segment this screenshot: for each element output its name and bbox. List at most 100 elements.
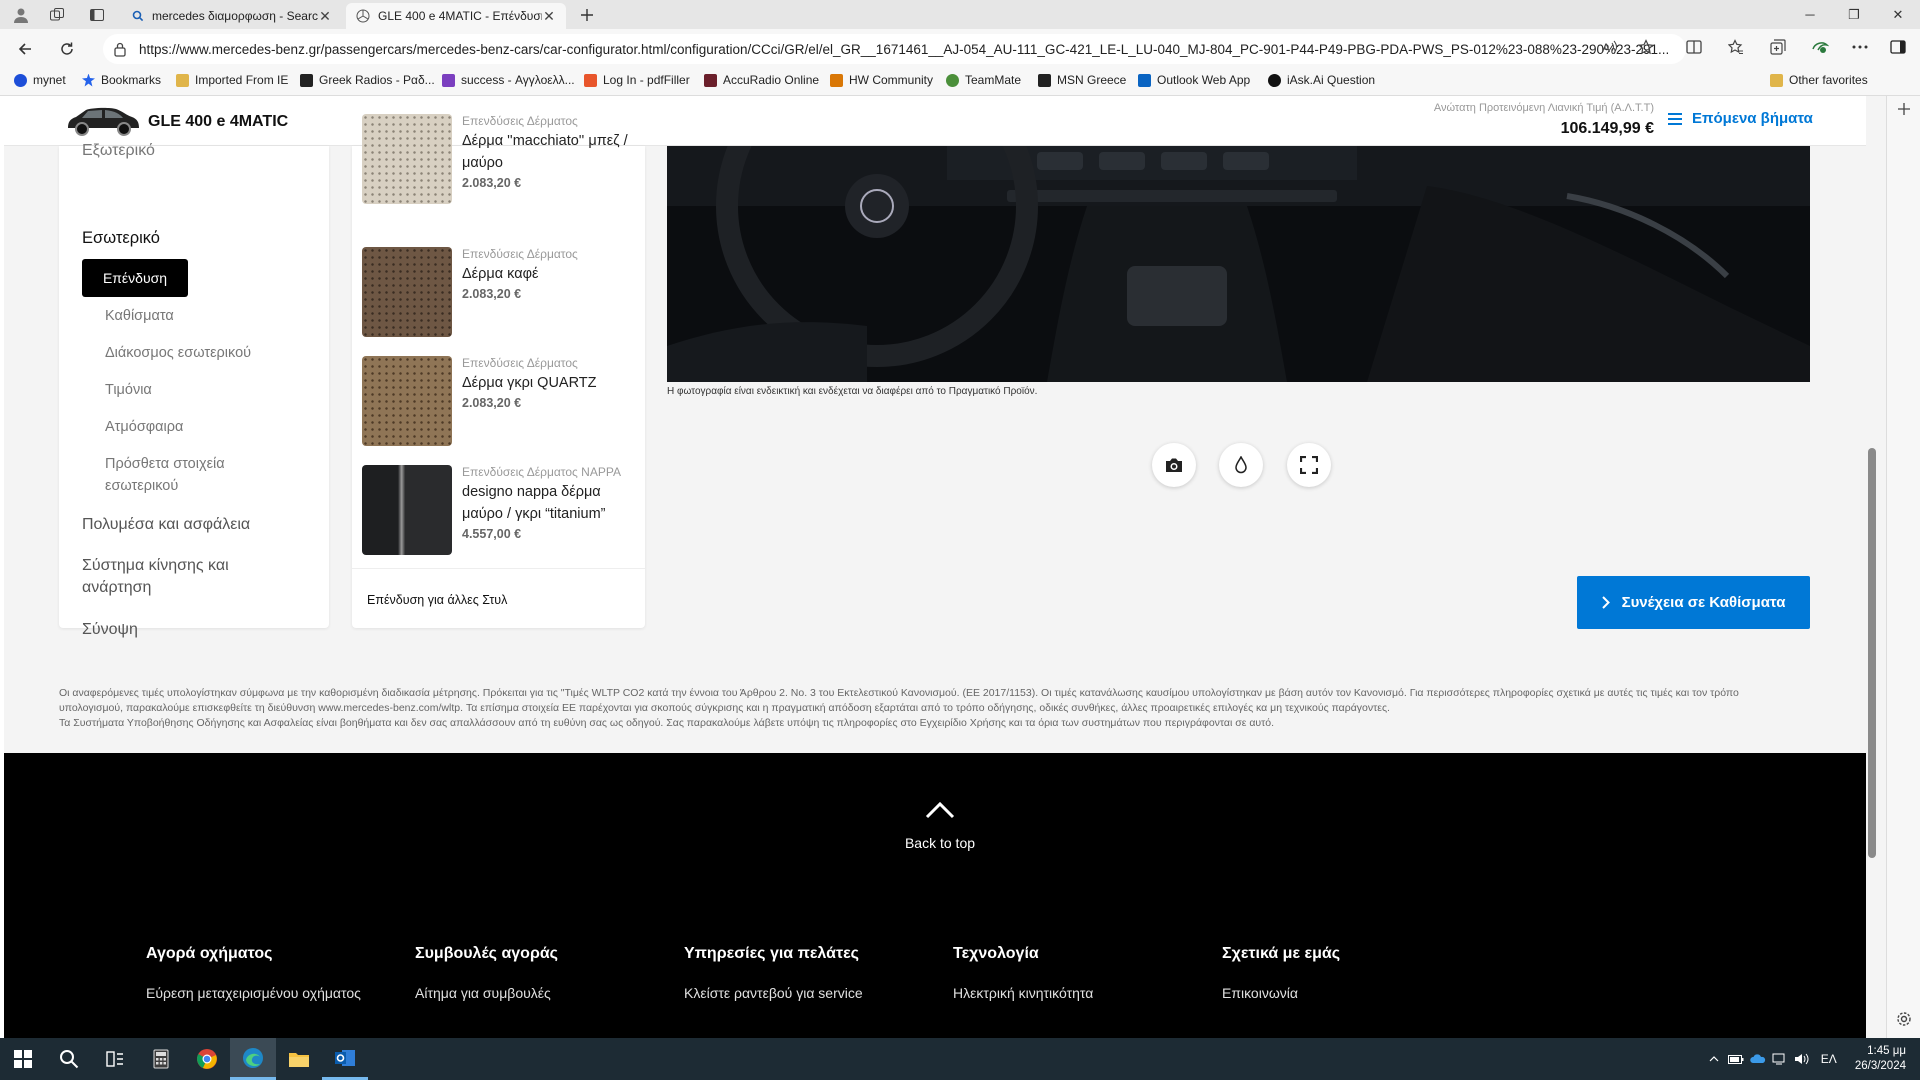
bookmark-bookmarks[interactable]: Bookmarks <box>82 73 161 87</box>
lock-icon[interactable] <box>113 41 127 57</box>
edge-icon[interactable] <box>230 1038 276 1080</box>
search-icon <box>132 10 144 22</box>
settings-gear-icon[interactable] <box>1895 1010 1913 1028</box>
bookmark-iask[interactable]: iAsk.Ai Question <box>1268 73 1375 87</box>
nav-interior[interactable]: Εσωτερικό <box>82 227 160 249</box>
footer-link[interactable]: Εύρεση μεταχειρισμένου οχήματος <box>146 985 361 1001</box>
split-screen-icon[interactable] <box>1680 35 1708 59</box>
footer-heading: Υπηρεσίες για πελάτες <box>684 945 859 962</box>
bookmark-msn-greece[interactable]: MSN Greece <box>1038 73 1126 87</box>
close-tab-icon[interactable]: ✕ <box>542 8 556 25</box>
outlook-icon[interactable] <box>322 1038 368 1080</box>
upholstery-options: Επενδύσεις Δέρματος Δέρμα ''macchiato'' … <box>352 114 645 628</box>
legal-assist-text: Τα Συστήματα Υποβοήθησης Οδήγησης και Ασ… <box>59 717 1275 729</box>
file-explorer-icon[interactable] <box>276 1038 322 1080</box>
footer-column: Σχετικά με εμάς Επικοινωνία <box>1222 945 1340 1001</box>
bookmark-accuradio[interactable]: AccuRadio Online <box>704 73 819 87</box>
swatch-image <box>362 247 452 337</box>
clock[interactable]: 1:45 μμ 26/3/2024 <box>1855 1044 1906 1074</box>
windows-taskbar: ΕΛ 1:45 μμ 26/3/2024 <box>0 1038 1920 1080</box>
minimize-icon[interactable]: ─ <box>1788 0 1832 29</box>
close-tab-icon[interactable]: ✕ <box>318 8 332 25</box>
nav-multimedia-safety[interactable]: Πολυμέσα και ασφάλεια <box>82 514 250 536</box>
onedrive-cloud-icon[interactable] <box>1747 1054 1769 1064</box>
option-card[interactable]: Επενδύσεις Δέρματος Δέρμα ''macchiato'' … <box>362 114 637 206</box>
footer-link[interactable]: Επικοινωνία <box>1222 985 1340 1001</box>
nav-interior-trim[interactable]: Διάκοσμος εσωτερικού <box>105 342 251 364</box>
volume-icon[interactable] <box>1791 1053 1813 1065</box>
sidebar-toggle-icon[interactable] <box>1884 35 1912 59</box>
read-aloud-icon[interactable]: A <box>1596 35 1624 59</box>
add-icon[interactable] <box>1895 100 1913 118</box>
option-category: Επενδύσεις Δέρματος <box>462 356 578 370</box>
fullscreen-icon[interactable] <box>1287 443 1331 487</box>
footer-column: Τεχνολογία Ηλεκτρική κινητικότητα <box>953 945 1093 1001</box>
bookmark-success[interactable]: success - Αγγλοελλ... <box>442 73 575 87</box>
option-price: 2.083,20 € <box>462 396 522 410</box>
restore-icon[interactable]: ❐ <box>1832 0 1876 29</box>
bookmark-other-favorites[interactable]: Other favorites <box>1770 73 1868 87</box>
nav-steering-wheels[interactable]: Τιμόνια <box>105 379 152 401</box>
search-icon[interactable] <box>46 1038 92 1080</box>
calculator-icon[interactable] <box>138 1038 184 1080</box>
more-menu-icon[interactable] <box>1846 35 1874 59</box>
tab-search[interactable]: mercedes διαμορφωση - Search ✕ <box>122 3 342 29</box>
other-styles-link[interactable]: Επένδυση για άλλες Στυλ <box>352 568 645 628</box>
color-drop-icon[interactable] <box>1219 443 1263 487</box>
new-tab-icon[interactable] <box>572 3 602 27</box>
bookmark-mynet[interactable]: mynet <box>14 73 66 87</box>
bookmark-greek-radios[interactable]: Greek Radios - Ραδ... <box>300 73 435 87</box>
extension-icon[interactable] <box>1806 35 1834 59</box>
back-icon[interactable] <box>10 35 40 63</box>
nav-seats[interactable]: Καθίσματα <box>105 305 174 327</box>
configurator-header: GLE 400 e 4MATIC Ανώτατη Προτεινόμενη Λι… <box>4 96 1866 146</box>
footer-heading: Αγορά οχήματος <box>146 945 273 962</box>
option-card[interactable]: Επενδύσεις Δέρματος Δέρμα καφέ 2.083,20 … <box>362 247 637 339</box>
favorite-star-icon[interactable] <box>1632 35 1660 59</box>
option-card[interactable]: Επενδύσεις Δέρματος NAPPA designo nappa … <box>362 465 637 557</box>
input-language[interactable]: ΕΛ <box>1821 1052 1837 1066</box>
network-icon[interactable] <box>1769 1053 1791 1065</box>
nav-exterior[interactable]: Εξωτερικό <box>82 140 155 162</box>
battery-icon[interactable] <box>1725 1054 1747 1064</box>
task-view-icon[interactable] <box>92 1038 138 1080</box>
bookmark-pdffiller[interactable]: Log In - pdfFiller <box>584 73 690 87</box>
bookmark-folder-imported[interactable]: Imported From IE <box>176 73 288 87</box>
tab-configurator[interactable]: GLE 400 e 4MATIC - Επένδυση - ✕ <box>346 3 566 29</box>
configurator-nav: Εξωτερικό Εσωτερικό Επένδυση Καθίσματα Δ… <box>59 142 329 638</box>
continue-to-seats-button[interactable]: Συνέχεια σε Καθίσματα <box>1577 576 1810 629</box>
nav-upholstery-active[interactable]: Επένδυση <box>82 259 188 297</box>
workspaces-icon[interactable] <box>42 3 72 27</box>
camera-view-icon[interactable] <box>1152 443 1196 487</box>
url-field[interactable]: https://www.mercedes-benz.gr/passengerca… <box>103 34 1686 64</box>
option-price: 4.557,00 € <box>462 527 522 541</box>
nav-ambience[interactable]: Ατμόσφαιρα <box>105 416 183 438</box>
collections-icon[interactable] <box>1764 35 1792 59</box>
footer-heading: Τεχνολογία <box>953 945 1039 962</box>
windows-start-icon[interactable] <box>0 1038 46 1080</box>
footer-link[interactable]: Ηλεκτρική κινητικότητα <box>953 985 1093 1001</box>
footer-link[interactable]: Κλείστε ραντεβού για service <box>684 985 863 1001</box>
nav-additional-interior[interactable]: Πρόσθετα στοιχεία εσωτερικού <box>105 453 265 497</box>
price-label: Ανώτατη Προτεινόμενη Λιανική Τιμή (Α.Λ.Τ… <box>1433 102 1654 114</box>
menu-icon <box>1668 112 1682 125</box>
vertical-tabs-icon[interactable] <box>82 3 112 27</box>
nav-summary[interactable]: Σύνοψη <box>82 619 138 641</box>
page-scrollbar-thumb[interactable] <box>1868 448 1876 858</box>
chrome-icon[interactable] <box>184 1038 230 1080</box>
favorites-icon[interactable] <box>1722 35 1750 59</box>
profile-icon[interactable] <box>6 3 36 27</box>
close-window-icon[interactable]: ✕ <box>1876 0 1920 29</box>
nav-drivetrain-suspension[interactable]: Σύστημα κίνησης και ανάρτηση <box>82 555 252 599</box>
bookmark-outlook[interactable]: Outlook Web App <box>1138 73 1250 87</box>
option-card[interactable]: Επενδύσεις Δέρματος Δέρμα γκρι QUARTZ 2.… <box>362 356 637 448</box>
footer-column: Υπηρεσίες για πελάτες Κλείστε ραντεβού γ… <box>684 945 863 1001</box>
bookmark-teammate[interactable]: TeamMate <box>946 73 1021 87</box>
bookmark-hw-community[interactable]: HW Community <box>830 73 933 87</box>
refresh-icon[interactable] <box>52 35 82 63</box>
chevron-up-icon[interactable] <box>1703 1056 1725 1062</box>
next-steps-button[interactable]: Επόμενα βήματα <box>1668 110 1813 127</box>
bookmarks-bar: mynet Bookmarks Imported From IE Greek R… <box>0 68 1920 96</box>
back-to-top-button[interactable]: Back to top <box>880 795 1000 851</box>
footer-link[interactable]: Αίτημα για συμβουλές <box>415 985 558 1001</box>
